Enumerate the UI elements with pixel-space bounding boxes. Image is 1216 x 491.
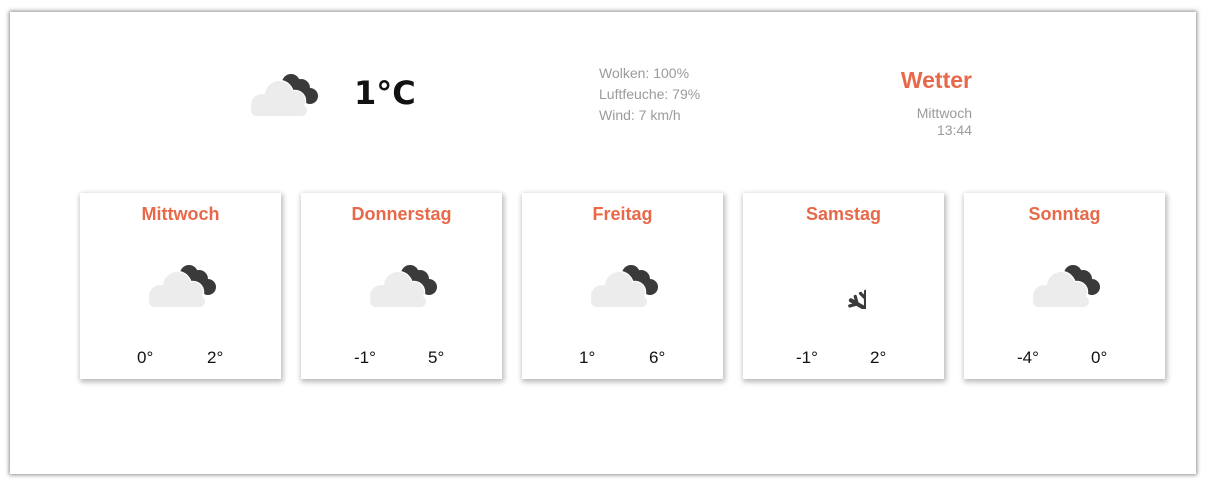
forecast-card: Samstag -1° 2° <box>743 193 944 379</box>
weather-details: Wolken: 100% Luftfeuche: 79% Wind: 7 km/… <box>599 63 700 126</box>
current-day: Mittwoch <box>916 105 972 121</box>
forecast-day: Samstag <box>805 204 882 224</box>
forecast-low: -1° <box>796 348 818 367</box>
forecast-high: 2° <box>870 348 887 367</box>
header: Wetter Mittwoch 13:44 <box>901 66 972 139</box>
current-temperature: 1°C <box>354 74 416 112</box>
cloudy-icon <box>588 261 660 309</box>
cloudy-icon <box>146 261 218 309</box>
snowflake-icon <box>822 265 866 309</box>
forecast-low: 1° <box>579 348 596 367</box>
forecast-high: 2° <box>207 348 224 367</box>
forecast-high: 5° <box>428 348 445 367</box>
forecast-low: -4° <box>1017 348 1039 367</box>
forecast-high: 6° <box>649 348 666 367</box>
current-time: 13:44 <box>936 122 972 138</box>
cloudy-icon <box>248 72 320 116</box>
forecast-day: Donnerstag <box>351 204 452 224</box>
forecast-card: Donnerstag -1° 5° <box>301 193 502 379</box>
forecast-card: Freitag 1° 6° <box>522 193 723 379</box>
forecast-low: -1° <box>354 348 376 367</box>
cloudy-icon <box>1030 261 1102 309</box>
forecast-card: Sonntag -4° 0° <box>964 193 1165 379</box>
cloudy-icon <box>367 261 439 309</box>
forecast-high: 0° <box>1091 348 1108 367</box>
wind-value: Wind: 7 km/h <box>599 107 681 123</box>
forecast-low: 0° <box>137 348 154 367</box>
forecast-day: Freitag <box>592 204 653 224</box>
forecast-card: Mittwoch 0° 2° <box>80 193 281 379</box>
forecast-list: Mittwoch 0° 2° Donnerstag -1° 5° Freitag… <box>80 193 1166 379</box>
app-title: Wetter <box>900 67 972 93</box>
humidity-value: Luftfeuche: 79% <box>599 86 701 102</box>
clouds-value: Wolken: 100% <box>599 65 690 81</box>
forecast-day: Mittwoch <box>141 204 220 224</box>
forecast-day: Sonntag <box>1028 204 1101 224</box>
